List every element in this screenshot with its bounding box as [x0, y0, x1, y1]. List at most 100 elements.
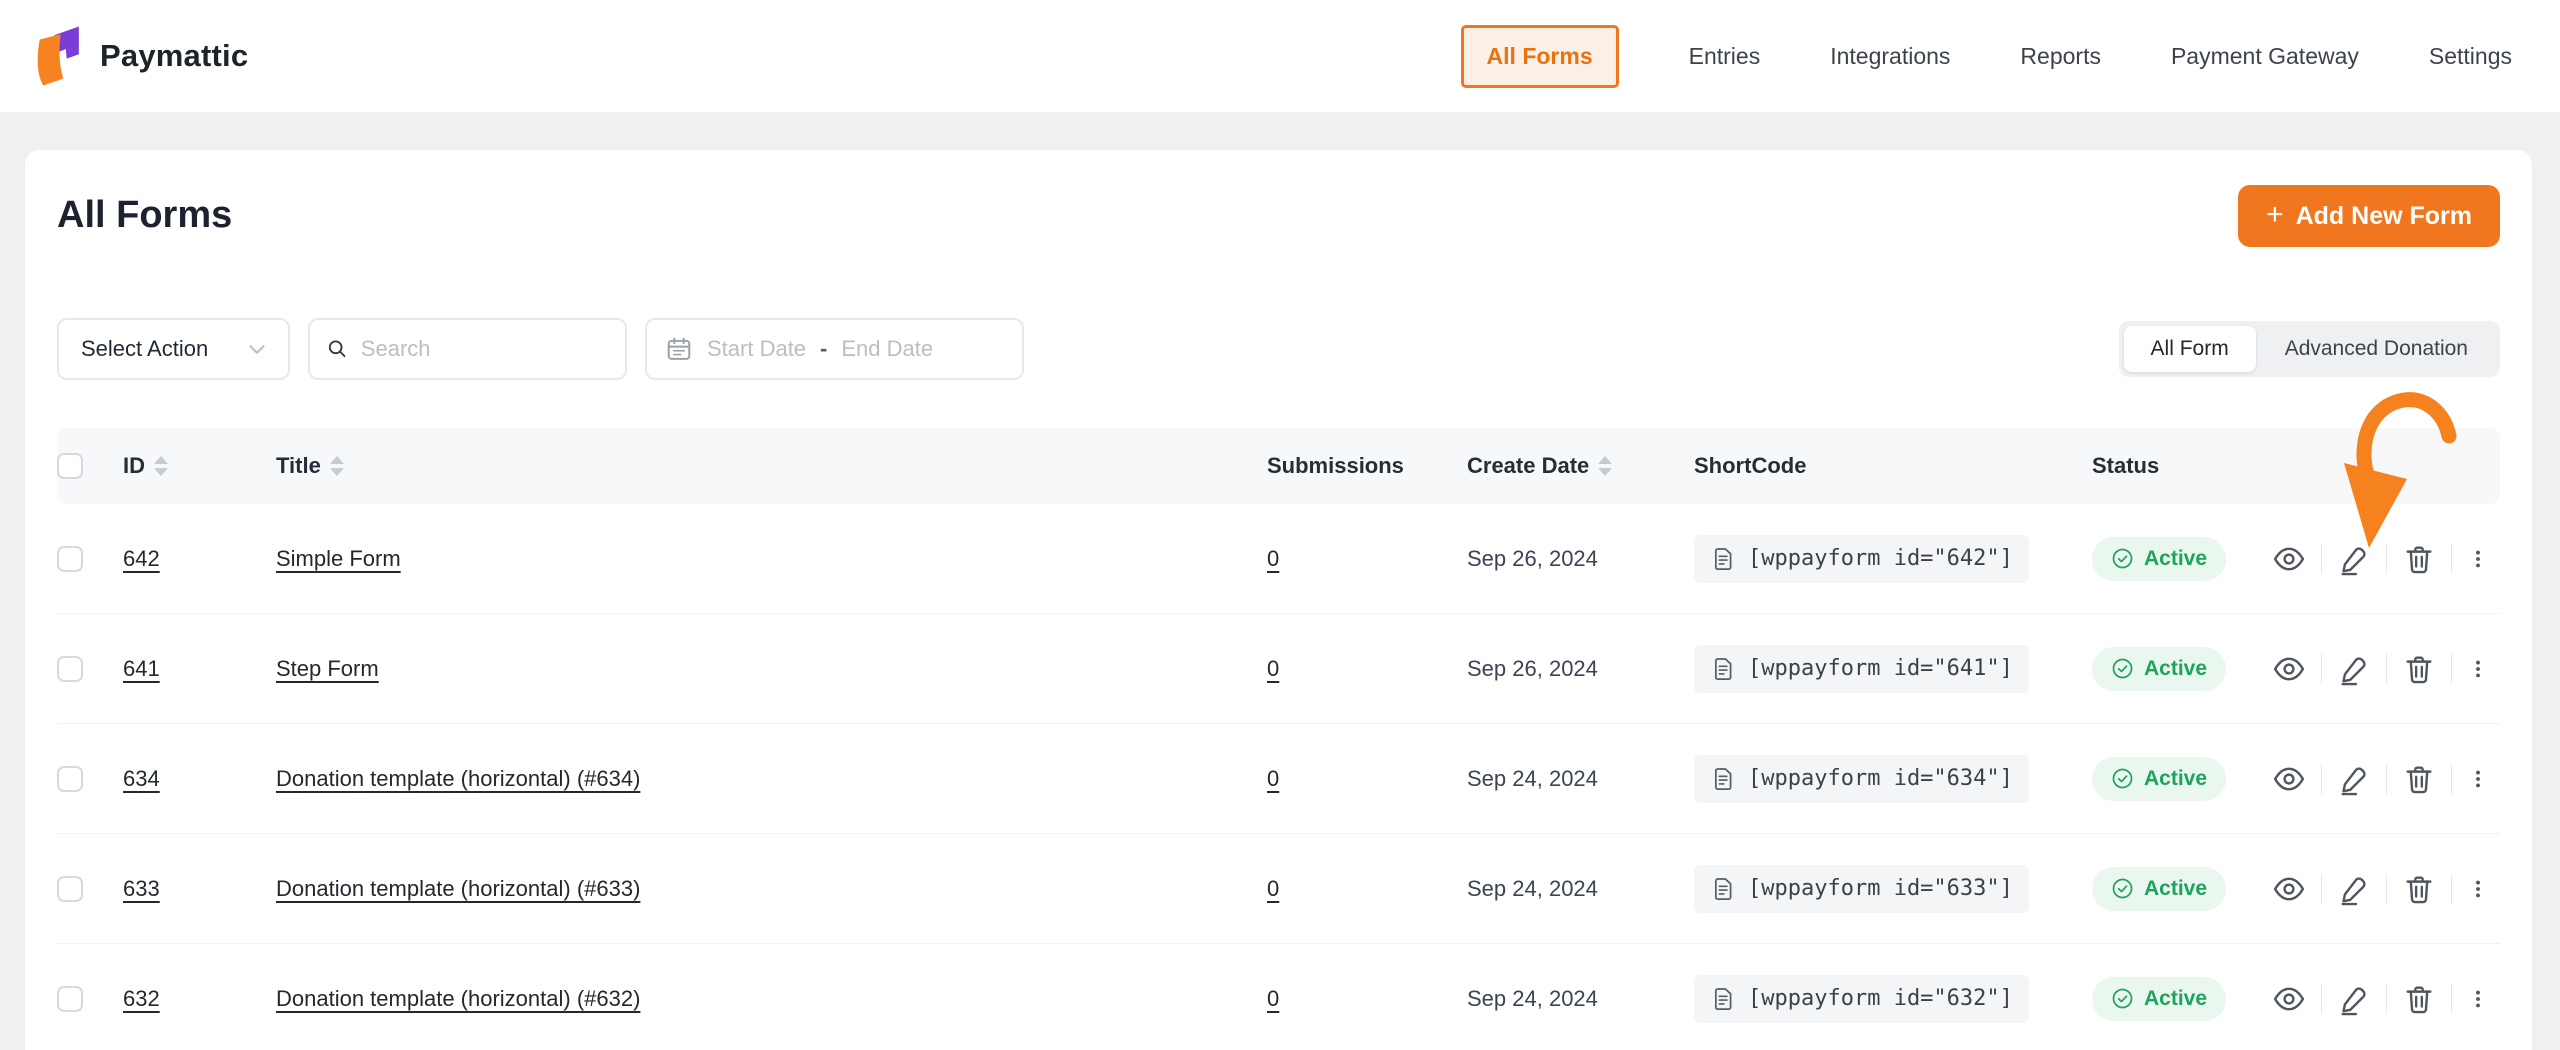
shortcode-text: [wppayform id="632"] — [1748, 986, 2013, 1011]
sort-id[interactable] — [154, 456, 168, 476]
add-new-form-label: Add New Form — [2296, 202, 2472, 231]
form-id-link[interactable]: 633 — [123, 876, 160, 901]
edit-icon[interactable] — [2337, 652, 2371, 686]
submissions-link[interactable]: 0 — [1267, 766, 1279, 791]
row-checkbox[interactable] — [57, 986, 83, 1012]
delete-icon[interactable] — [2402, 652, 2436, 686]
submissions-link[interactable]: 0 — [1267, 986, 1279, 1011]
form-title-link[interactable]: Step Form — [276, 656, 379, 681]
row-checkbox[interactable] — [57, 766, 83, 792]
document-icon — [1710, 656, 1736, 682]
main-nav: All Forms Entries Integrations Reports P… — [1461, 0, 2512, 112]
calendar-icon — [665, 335, 693, 363]
more-options-icon[interactable] — [2467, 872, 2489, 906]
action-separator — [2386, 654, 2387, 684]
edit-icon[interactable] — [2337, 872, 2371, 906]
status-badge: Active — [2092, 977, 2226, 1021]
action-separator — [2386, 874, 2387, 904]
check-circle-icon — [2111, 877, 2134, 900]
delete-icon[interactable] — [2402, 872, 2436, 906]
status-label: Active — [2144, 547, 2207, 571]
more-options-icon[interactable] — [2467, 982, 2489, 1016]
form-id-link[interactable]: 632 — [123, 986, 160, 1011]
form-title-link[interactable]: Donation template (horizontal) (#633) — [276, 876, 640, 901]
action-separator — [2451, 874, 2452, 904]
header-status: Status — [2092, 453, 2159, 479]
sort-title[interactable] — [330, 456, 344, 476]
form-id-link[interactable]: 642 — [123, 546, 160, 571]
view-icon[interactable] — [2272, 982, 2306, 1016]
table-row: 633 Donation template (horizontal) (#633… — [57, 834, 2500, 944]
header-submissions: Submissions — [1267, 453, 1404, 479]
view-icon[interactable] — [2272, 542, 2306, 576]
select-action-value: Select Action — [81, 336, 208, 362]
submissions-link[interactable]: 0 — [1267, 546, 1279, 571]
form-id-link[interactable]: 641 — [123, 656, 160, 681]
view-icon[interactable] — [2272, 762, 2306, 796]
submissions-link[interactable]: 0 — [1267, 876, 1279, 901]
row-checkbox[interactable] — [57, 656, 83, 682]
more-options-icon[interactable] — [2467, 542, 2489, 576]
nav-settings[interactable]: Settings — [2429, 43, 2512, 70]
shortcode-chip[interactable]: [wppayform id="632"] — [1694, 975, 2029, 1023]
form-type-toggle: All Form Advanced Donation — [2119, 321, 2500, 377]
row-checkbox[interactable] — [57, 546, 83, 572]
select-action-dropdown[interactable]: Select Action — [57, 318, 290, 380]
view-icon[interactable] — [2272, 652, 2306, 686]
status-label: Active — [2144, 877, 2207, 901]
edit-icon[interactable] — [2337, 542, 2371, 576]
create-date-value: Sep 24, 2024 — [1467, 986, 1598, 1011]
edit-icon[interactable] — [2337, 982, 2371, 1016]
form-title-link[interactable]: Donation template (horizontal) (#634) — [276, 766, 640, 791]
sort-create-date[interactable] — [1598, 456, 1612, 476]
page-title: All Forms — [57, 194, 2500, 237]
form-id-link[interactable]: 634 — [123, 766, 160, 791]
view-icon[interactable] — [2272, 872, 2306, 906]
status-badge: Active — [2092, 757, 2226, 801]
toggle-all-form[interactable]: All Form — [2124, 326, 2256, 372]
edit-icon[interactable] — [2337, 762, 2371, 796]
header-id: ID — [123, 453, 145, 479]
action-separator — [2386, 764, 2387, 794]
shortcode-chip[interactable]: [wppayform id="641"] — [1694, 645, 2029, 693]
shortcode-text: [wppayform id="633"] — [1748, 876, 2013, 901]
submissions-link[interactable]: 0 — [1267, 656, 1279, 681]
status-label: Active — [2144, 657, 2207, 681]
shortcode-chip[interactable]: [wppayform id="642"] — [1694, 535, 2029, 583]
nav-entries[interactable]: Entries — [1689, 43, 1761, 70]
paymattic-logo-icon — [30, 23, 86, 89]
nav-payment-gateway[interactable]: Payment Gateway — [2171, 43, 2359, 70]
nav-integrations[interactable]: Integrations — [1830, 43, 1950, 70]
action-separator — [2321, 984, 2322, 1014]
add-new-form-button[interactable]: + Add New Form — [2238, 185, 2500, 247]
form-title-link[interactable]: Donation template (horizontal) (#632) — [276, 986, 640, 1011]
shortcode-chip[interactable]: [wppayform id="633"] — [1694, 865, 2029, 913]
header-shortcode: ShortCode — [1694, 453, 1806, 479]
table-row: 642 Simple Form 0 Sep 26, 2024 [wppayfor… — [57, 504, 2500, 614]
document-icon — [1710, 766, 1736, 792]
action-separator — [2451, 764, 2452, 794]
search-input[interactable] — [361, 336, 609, 362]
status-badge: Active — [2092, 537, 2226, 581]
brand[interactable]: Paymattic — [30, 23, 248, 89]
select-all-checkbox[interactable] — [57, 453, 83, 479]
delete-icon[interactable] — [2402, 762, 2436, 796]
nav-all-forms[interactable]: All Forms — [1461, 25, 1619, 88]
shortcode-text: [wppayform id="642"] — [1748, 546, 2013, 571]
forms-table: ID Title Submissions Create Date ShortCo… — [57, 428, 2500, 1050]
nav-reports[interactable]: Reports — [2020, 43, 2101, 70]
action-separator — [2451, 984, 2452, 1014]
toggle-advanced-donation[interactable]: Advanced Donation — [2258, 326, 2495, 372]
delete-icon[interactable] — [2402, 542, 2436, 576]
shortcode-chip[interactable]: [wppayform id="634"] — [1694, 755, 2029, 803]
more-options-icon[interactable] — [2467, 652, 2489, 686]
more-options-icon[interactable] — [2467, 762, 2489, 796]
search-icon — [326, 336, 349, 362]
row-checkbox[interactable] — [57, 876, 83, 902]
date-range-picker[interactable]: Start Date - End Date — [645, 318, 1024, 380]
delete-icon[interactable] — [2402, 982, 2436, 1016]
table-row: 641 Step Form 0 Sep 26, 2024 [wppayform … — [57, 614, 2500, 724]
form-title-link[interactable]: Simple Form — [276, 546, 401, 571]
create-date-value: Sep 24, 2024 — [1467, 766, 1598, 791]
header-create-date: Create Date — [1467, 453, 1589, 479]
